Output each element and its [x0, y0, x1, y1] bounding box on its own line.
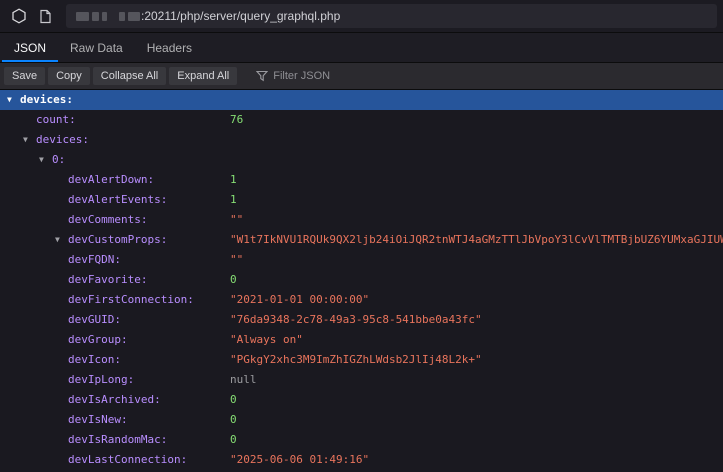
json-key: devLastConnection: [68, 453, 187, 466]
json-key: devFavorite: [68, 273, 147, 286]
filter-json-input[interactable] [273, 70, 413, 82]
json-key: devFirstConnection: [68, 293, 194, 306]
json-key: devices: [20, 93, 73, 106]
json-value: "76da9348-2c78-49a3-95c8-541bbe0a43fc" [230, 310, 723, 330]
json-key: devGUID: [68, 313, 121, 326]
json-value: 0 [230, 390, 723, 410]
json-value: "" [230, 210, 723, 230]
tree-row[interactable]: devIsNew: 0 [0, 410, 723, 430]
json-key: 0: [52, 153, 65, 166]
tree-row[interactable]: devAlertDown: 1 [0, 170, 723, 190]
tree-row[interactable]: ▼devCustomProps: "W1t7IkNVU1RQUk9QX2ljb24… [0, 230, 723, 250]
redacted-host-block [119, 12, 125, 21]
json-key: devFQDN: [68, 253, 121, 266]
save-button[interactable]: Save [4, 67, 45, 85]
tree-row[interactable]: devFQDN: "" [0, 250, 723, 270]
json-value: 1 [230, 190, 723, 210]
tree-row[interactable]: devIcon: "PGkgY2xhc3M9ImZhIGZhLWdsb2JlIj4… [0, 350, 723, 370]
json-value: "2021-01-01 00:00:00" [230, 290, 723, 310]
tab-headers-label: Headers [147, 41, 192, 55]
redacted-host-block [102, 12, 107, 21]
json-value: 0 [230, 270, 723, 290]
tree-row[interactable]: devComments: "" [0, 210, 723, 230]
url-text: :20211/php/server/query_graphql.php [141, 9, 340, 23]
json-value: "Always on" [230, 330, 723, 350]
browser-chrome: :20211/php/server/query_graphql.php [0, 0, 723, 33]
json-value: null [230, 370, 723, 390]
json-key: devIpLong: [68, 373, 134, 386]
expand-all-button[interactable]: Expand All [169, 67, 237, 85]
tree-row[interactable]: devIsRandomMac: 0 [0, 430, 723, 450]
redacted-host-block [92, 12, 99, 21]
collapse-all-button[interactable]: Collapse All [93, 67, 166, 85]
filter-json-field [256, 70, 413, 82]
tab-json[interactable]: JSON [2, 33, 58, 62]
tree-row[interactable]: ▼devices: [0, 130, 723, 150]
json-viewer-toolbar: Save Copy Collapse All Expand All [0, 63, 723, 90]
json-value: 1 [230, 170, 723, 190]
json-key: devGroup: [68, 333, 128, 346]
redacted-host-block [128, 12, 140, 21]
tree-row[interactable]: devIsArchived: 0 [0, 390, 723, 410]
chevron-down-icon[interactable]: ▼ [55, 230, 68, 250]
funnel-icon [256, 70, 268, 82]
tree-row[interactable]: devFirstConnection: "2021-01-01 00:00:00" [0, 290, 723, 310]
json-key: devAlertDown: [68, 173, 154, 186]
json-viewer-tabbar: JSON Raw Data Headers [0, 33, 723, 63]
json-value: 0 [230, 410, 723, 430]
json-key: devAlertEvents: [68, 193, 167, 206]
json-key: devices: [36, 133, 89, 146]
tree-row[interactable]: ▼devices: [0, 90, 723, 110]
tree-row[interactable]: devIpLong: null [0, 370, 723, 390]
tab-raw-data[interactable]: Raw Data [58, 33, 135, 62]
json-key: devIsArchived: [68, 393, 161, 406]
shield-hexagon-icon[interactable] [6, 4, 32, 28]
url-bar[interactable]: :20211/php/server/query_graphql.php [66, 4, 717, 28]
json-key: devIsRandomMac: [68, 433, 167, 446]
json-value: "" [230, 250, 723, 270]
chevron-down-icon[interactable]: ▼ [39, 150, 52, 170]
page-icon[interactable] [32, 4, 58, 28]
tab-json-label: JSON [14, 41, 46, 55]
copy-button[interactable]: Copy [48, 67, 90, 85]
json-value: "2025-06-06 01:49:16" [230, 450, 723, 470]
json-value: "W1t7IkNVU1RQUk9QX2ljb24iOiJQR2tnWTJ4aGM… [230, 230, 723, 250]
tab-raw-data-label: Raw Data [70, 41, 123, 55]
chevron-down-icon[interactable]: ▼ [7, 90, 20, 110]
json-key: devIcon: [68, 353, 121, 366]
tree-row[interactable]: devFavorite: 0 [0, 270, 723, 290]
tree-row[interactable]: ▼0: [0, 150, 723, 170]
json-key: devComments: [68, 213, 147, 226]
tree-row[interactable]: devAlertEvents: 1 [0, 190, 723, 210]
tree-row[interactable]: count: 76 [0, 110, 723, 130]
json-value: 0 [230, 430, 723, 450]
tree-row[interactable]: devGUID: "76da9348-2c78-49a3-95c8-541bbe0… [0, 310, 723, 330]
chevron-down-icon[interactable]: ▼ [23, 130, 36, 150]
tree-row[interactable]: devLastConnection: "2025-06-06 01:49:16" [0, 450, 723, 470]
json-value: 76 [230, 110, 723, 130]
json-key: count: [36, 113, 76, 126]
json-value: "PGkgY2xhc3M9ImZhIGZhLWdsb2JlIj48L2k+" [230, 350, 723, 370]
tree-row[interactable]: devGroup: "Always on" [0, 330, 723, 350]
json-key: devIsNew: [68, 413, 128, 426]
json-tree: ▼devices:count:76▼devices:▼0:devAlertDow… [0, 90, 723, 472]
tab-headers[interactable]: Headers [135, 33, 204, 62]
json-key: devCustomProps: [68, 233, 167, 246]
redacted-host-block [76, 12, 89, 21]
